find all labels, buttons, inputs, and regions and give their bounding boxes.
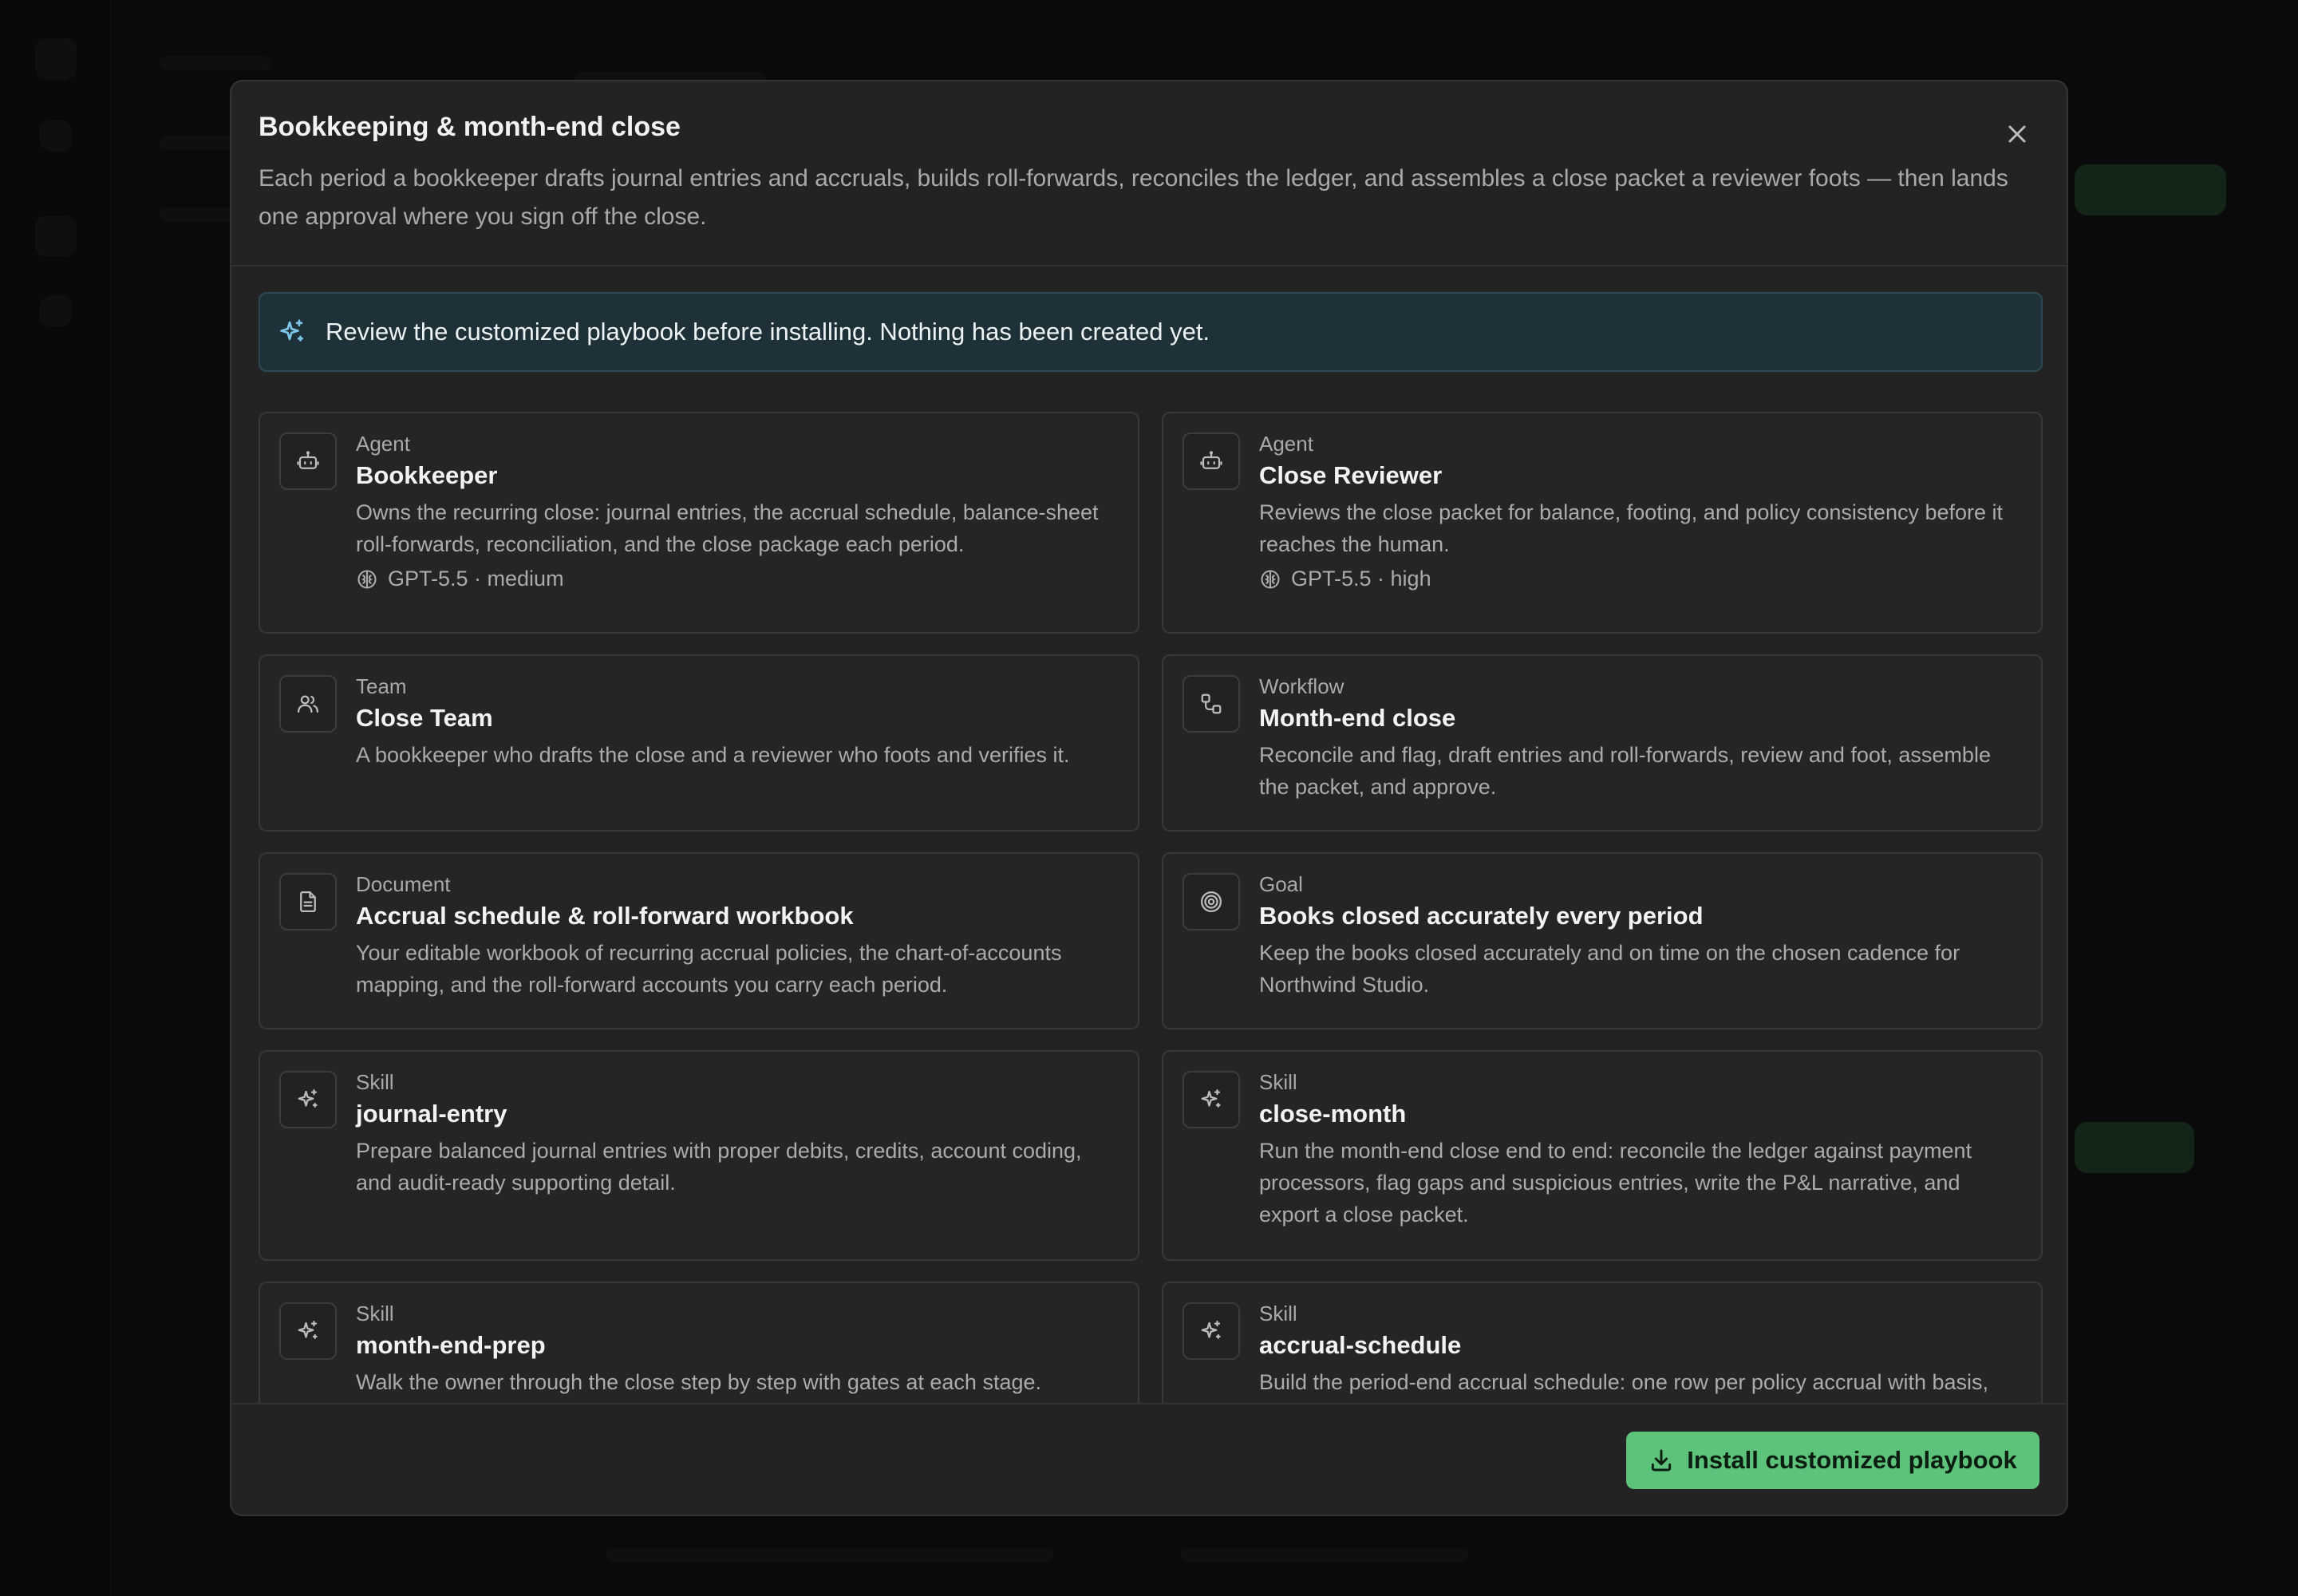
modal-header: Bookkeeping & month-end close Each perio…: [231, 81, 2067, 267]
item-description: Owns the recurring close: journal entrie…: [356, 500, 1099, 556]
playbook-item-skill-journal-entry[interactable]: Skill journal-entry Prepare balanced jou…: [259, 1050, 1139, 1261]
playbook-item-agent-close-reviewer[interactable]: Agent Close Reviewer Reviews the close p…: [1162, 412, 2043, 634]
download-icon: [1652, 1449, 1672, 1472]
playbook-item-workflow-month-end-close[interactable]: Workflow Month-end close Reconcile and f…: [1162, 654, 2043, 832]
item-name: journal-entry: [356, 1100, 507, 1128]
item-model: GPT-5.5 · high: [1259, 567, 2022, 591]
item-name: Books closed accurately every period: [1259, 902, 1704, 930]
item-description: Reconcile and flag, draft entries and ro…: [1259, 743, 1991, 799]
item-name: Bookkeeper: [356, 461, 498, 489]
playbook-modal: Bookkeeping & month-end close Each perio…: [230, 80, 2068, 1516]
install-customized-playbook-button[interactable]: Install customized playbook: [1626, 1432, 2039, 1489]
target-icon: [1201, 891, 1222, 912]
item-description: Reviews the close packet for balance, fo…: [1259, 500, 2004, 556]
users-icon: [298, 695, 318, 713]
brain-icon: [357, 569, 377, 589]
card-icon-box: [1183, 675, 1240, 733]
item-kind: Skill: [1259, 1302, 1297, 1325]
item-name: close-month: [1259, 1100, 1407, 1128]
item-name: Month-end close: [1259, 704, 1456, 732]
playbook-item-document-accrual-workbook[interactable]: Document Accrual schedule & roll-forward…: [259, 852, 1139, 1029]
card-icon-box: [279, 1071, 337, 1128]
card-icon-box: [1183, 1302, 1240, 1360]
item-description: Prepare balanced journal entries with pr…: [356, 1139, 1082, 1195]
install-button-label: Install customized playbook: [1687, 1446, 2017, 1474]
item-kind: Skill: [356, 1302, 394, 1325]
workflow-icon: [1201, 693, 1222, 714]
brain-icon: [1261, 569, 1280, 589]
playbook-item-team-close-team[interactable]: Team Close Team A bookkeeper who drafts …: [259, 654, 1139, 832]
item-name: month-end-prep: [356, 1331, 546, 1359]
playbook-item-goal-books-closed[interactable]: Goal Books closed accurately every perio…: [1162, 852, 2043, 1029]
item-description: Keep the books closed accurately and on …: [1259, 941, 1960, 997]
close-button[interactable]: [2000, 117, 2035, 152]
playbook-item-agent-bookkeeper[interactable]: Agent Bookkeeper Owns the recurring clos…: [259, 412, 1139, 634]
item-kind: Skill: [356, 1070, 394, 1094]
sparkle-icon: [280, 319, 304, 342]
item-model-label: GPT-5.5 · high: [1291, 567, 1431, 591]
item-description: A bookkeeper who drafts the close and a …: [356, 743, 1070, 767]
bot-icon: [297, 451, 319, 469]
card-icon-box: [1183, 873, 1240, 930]
document-icon: [300, 891, 316, 912]
sparkle-icon: [1201, 1089, 1221, 1108]
card-icon-box: [279, 675, 337, 733]
card-icon-box: [1183, 433, 1240, 490]
item-name: Close Team: [356, 704, 493, 732]
modal-description: Each period a bookkeeper drafts journal …: [259, 165, 2008, 230]
item-kind: Agent: [1259, 432, 1313, 456]
close-icon: [2008, 125, 2026, 143]
item-description: Build the period-end accrual schedule: o…: [1259, 1370, 1988, 1394]
item-description: Walk the owner through the close step by…: [356, 1370, 1041, 1394]
item-kind: Document: [356, 872, 451, 896]
bot-icon: [1200, 451, 1222, 469]
item-name: Close Reviewer: [1259, 461, 1443, 489]
sparkle-icon: [1201, 1321, 1221, 1339]
card-icon-box: [279, 1302, 337, 1360]
item-model-label: GPT-5.5 · medium: [388, 567, 564, 591]
modal-footer: Install customized playbook: [231, 1403, 2067, 1515]
item-kind: Goal: [1259, 872, 1303, 896]
item-kind: Skill: [1259, 1070, 1297, 1094]
card-icon-box: [1183, 1071, 1240, 1128]
sparkle-icon: [298, 1089, 318, 1108]
modal-title: Bookkeeping & month-end close: [259, 112, 681, 142]
item-kind: Team: [356, 674, 407, 698]
item-description: Your editable workbook of recurring accr…: [356, 941, 1062, 997]
item-kind: Agent: [356, 432, 410, 456]
review-notice: Review the customized playbook before in…: [259, 292, 2043, 372]
playbook-items-grid: Agent Bookkeeper Owns the recurring clos…: [259, 412, 2043, 1456]
item-kind: Workflow: [1259, 674, 1344, 698]
item-description: Run the month-end close end to end: reco…: [1259, 1139, 1972, 1227]
item-name: Accrual schedule & roll-forward workbook: [356, 902, 854, 930]
card-icon-box: [279, 873, 337, 930]
card-icon-box: [279, 433, 337, 490]
sparkle-icon: [298, 1321, 318, 1339]
modal-body[interactable]: Review the customized playbook before in…: [231, 267, 2067, 1486]
notice-text: Review the customized playbook before in…: [326, 318, 1210, 346]
item-name: accrual-schedule: [1259, 1331, 1462, 1359]
item-model: GPT-5.5 · medium: [356, 567, 1119, 591]
playbook-item-skill-close-month[interactable]: Skill close-month Run the month-end clos…: [1162, 1050, 2043, 1261]
